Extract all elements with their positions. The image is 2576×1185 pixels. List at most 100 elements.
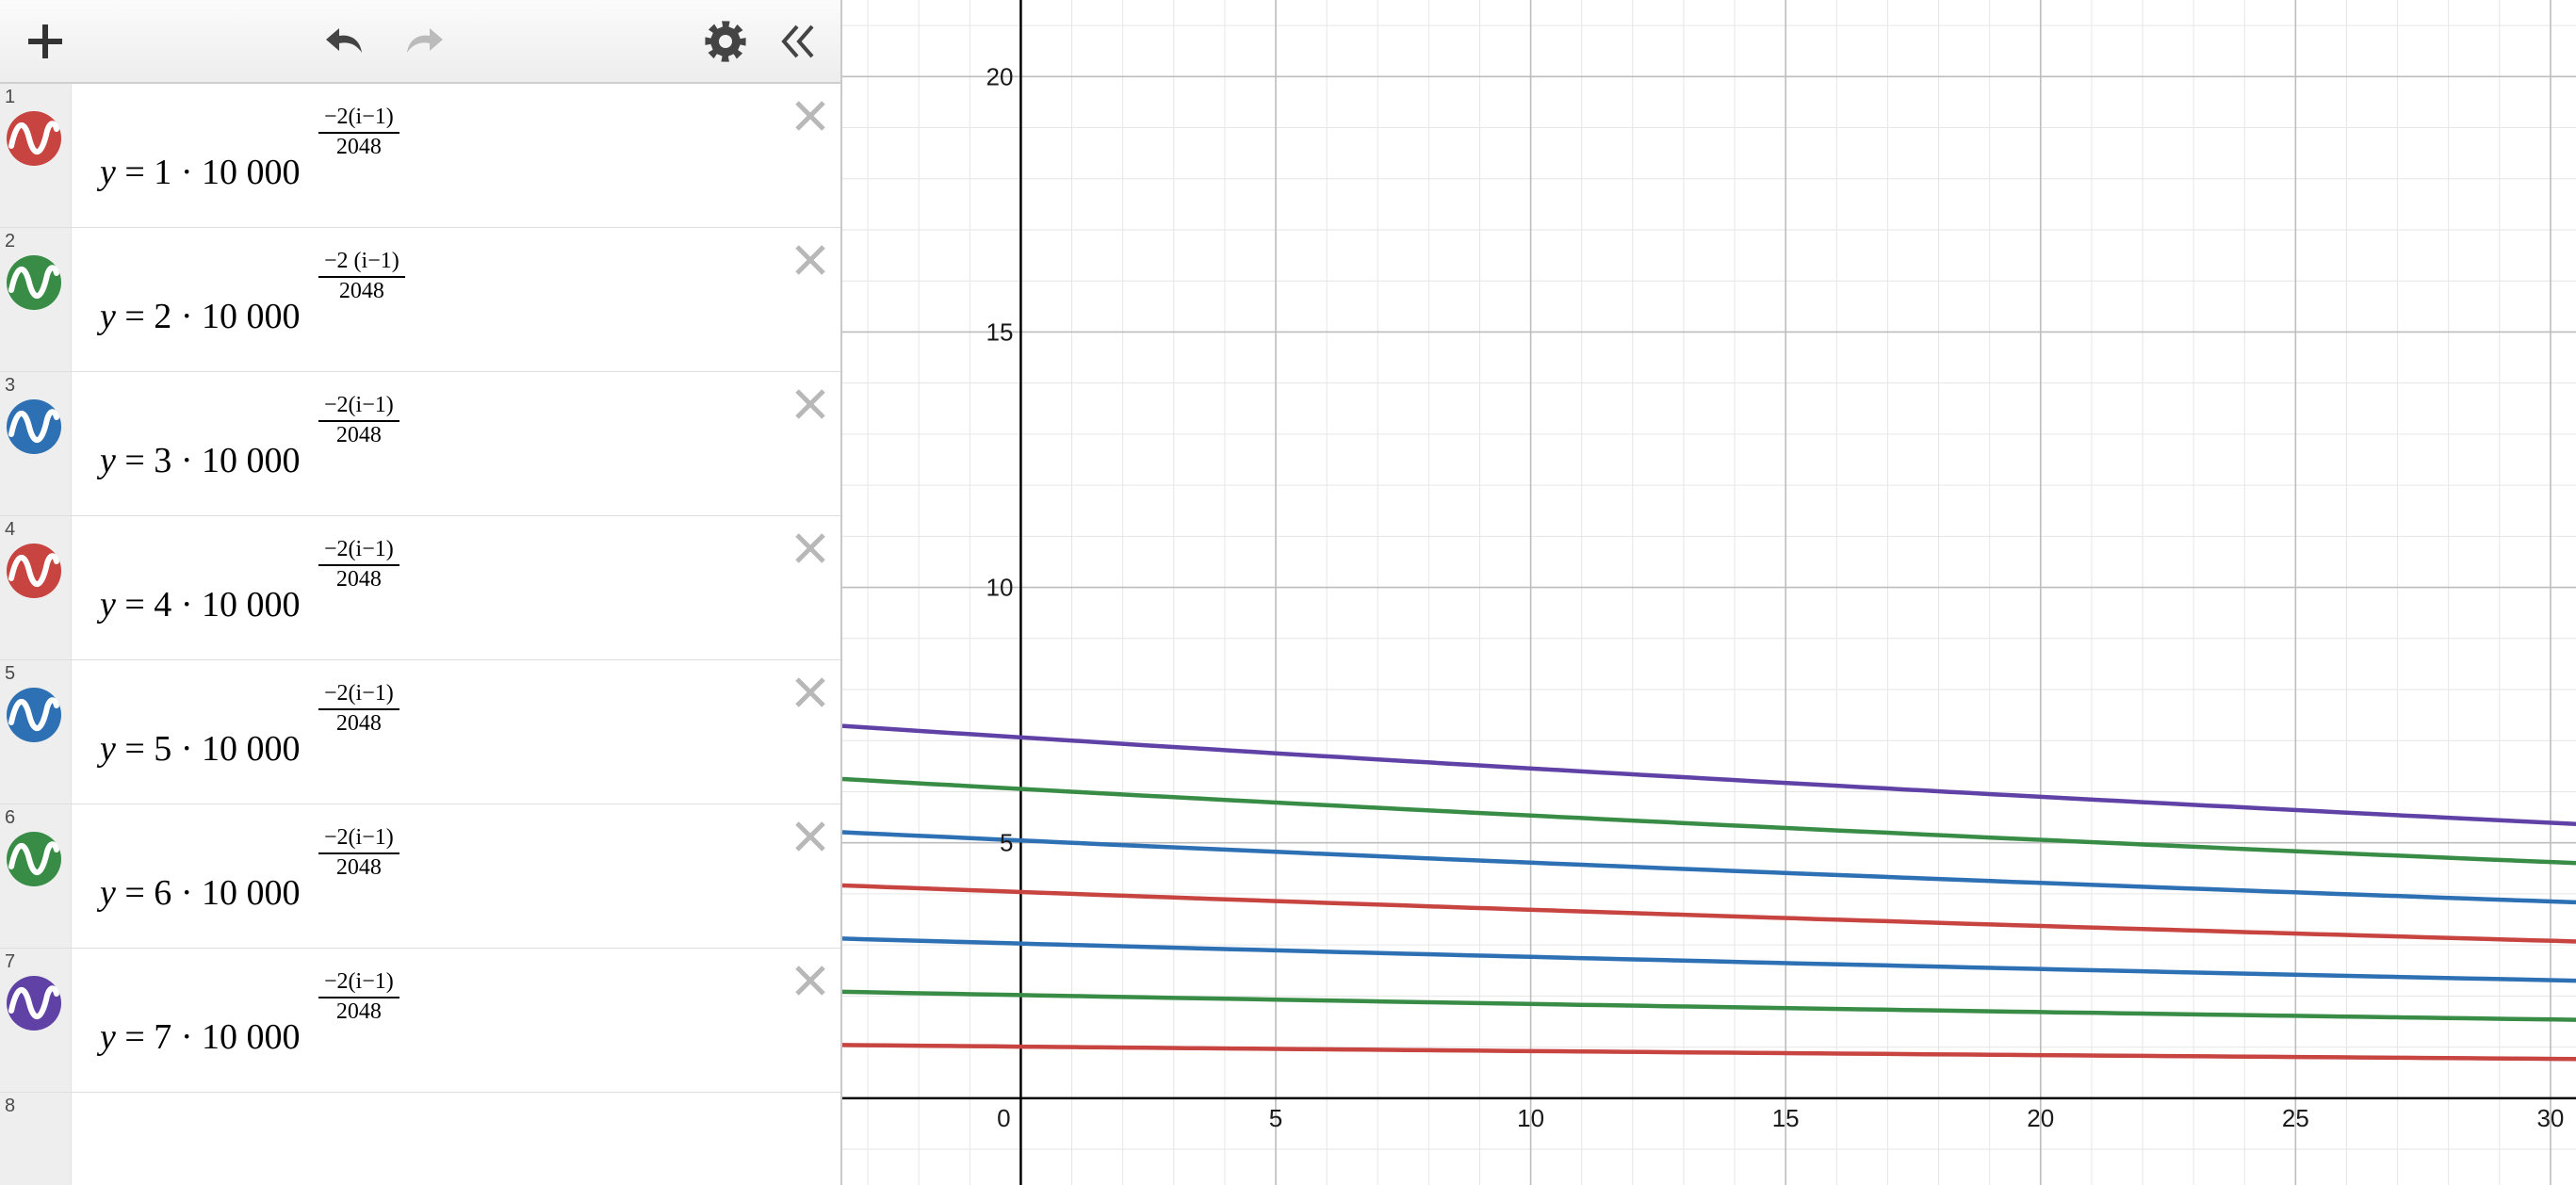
expression-index: 3 <box>5 375 16 396</box>
exponent-numerator: −2(i−1) <box>318 681 399 710</box>
exponent-denominator: 2048 <box>338 279 384 303</box>
expression-row[interactable]: 7 y = 7 · 10 000 −2(i−1) 2048 <box>0 949 840 1093</box>
expression-exponent: −2(i−1) 2048 <box>318 393 399 448</box>
expression-exponent: −2(i−1) 2048 <box>318 105 399 160</box>
exponent-denominator: 2048 <box>335 567 382 592</box>
x-tick-label: 10 <box>1517 1104 1544 1132</box>
expression-row[interactable]: 1 y = 1 · 10 000 −2(i−1) 2048 <box>0 84 840 228</box>
expression-exponent: −2(i−1) 2048 <box>318 537 399 592</box>
expression-index: 7 <box>5 951 16 972</box>
close-icon <box>795 245 825 275</box>
exponent-denominator: 2048 <box>335 135 382 159</box>
delete-expression-button[interactable] <box>790 960 831 1001</box>
delete-expression-button[interactable] <box>790 816 831 857</box>
exponent-denominator: 2048 <box>335 999 382 1024</box>
expression-gutter: 1 <box>0 84 72 227</box>
expression-gutter: 5 <box>0 660 72 804</box>
expression-gutter: 8 <box>0 1093 72 1185</box>
expression-base: y = 2 · 10 000 <box>100 297 301 336</box>
expression-base: y = 5 · 10 000 <box>100 729 301 769</box>
collapse-panel-button[interactable] <box>769 13 825 70</box>
close-icon <box>795 677 825 707</box>
expression-gutter: 2 <box>0 228 72 371</box>
y-tick-label: 10 <box>986 574 1013 602</box>
expression-row[interactable]: 6 y = 6 · 10 000 −2(i−1) 2048 <box>0 804 840 949</box>
close-icon <box>795 101 825 131</box>
expression-base: y = 6 · 10 000 <box>100 873 301 913</box>
graph-canvas[interactable]: 0 5 10 15 20 25 30 5 10 15 20 <box>842 0 2576 1185</box>
expression-exponent: −2 (i−1) 2048 <box>318 249 405 304</box>
delete-expression-button[interactable] <box>790 383 831 425</box>
graph-paper[interactable]: 0 5 10 15 20 25 30 5 10 15 20 <box>842 0 2576 1185</box>
exponent-numerator: −2(i−1) <box>318 537 399 566</box>
delete-expression-button[interactable] <box>790 95 831 137</box>
x-tick-label: 30 <box>2536 1104 2564 1132</box>
sine-wave-icon[interactable] <box>6 398 62 455</box>
x-tick-label: 25 <box>2282 1104 2309 1132</box>
x-tick-label: 5 <box>1269 1104 1282 1132</box>
curves <box>842 723 2576 1062</box>
add-expression-button[interactable] <box>17 13 73 70</box>
expression-base: y = 3 · 10 000 <box>100 441 301 480</box>
expression-toolbar <box>0 0 840 84</box>
new-expression-input[interactable] <box>75 1093 840 1185</box>
desmos-app: 1 y = 1 · 10 000 −2(i−1) 2048 2 y = 2 · … <box>0 0 2576 1185</box>
delete-expression-button[interactable] <box>790 239 831 281</box>
sine-wave-icon[interactable] <box>6 543 62 599</box>
close-icon <box>795 533 825 563</box>
x-tick-label: 0 <box>997 1104 1010 1132</box>
x-tick-label: 20 <box>2027 1104 2054 1132</box>
redo-button[interactable] <box>394 13 450 70</box>
expression-gutter: 6 <box>0 804 72 948</box>
expression-row[interactable]: 2 y = 2 · 10 000 −2 (i−1) 2048 <box>0 228 840 372</box>
expression-row[interactable]: 3 y = 3 · 10 000 −2(i−1) 2048 <box>0 372 840 516</box>
exponent-numerator: −2(i−1) <box>318 393 399 422</box>
expression-gutter: 3 <box>0 372 72 515</box>
settings-button[interactable] <box>697 13 754 70</box>
y-tick-label: 20 <box>986 62 1013 90</box>
exponent-numerator: −2 (i−1) <box>318 249 405 278</box>
undo-button[interactable] <box>318 13 375 70</box>
y-tick-label: 5 <box>1000 829 1013 857</box>
delete-expression-button[interactable] <box>790 528 831 569</box>
expression-exponent: −2(i−1) 2048 <box>318 969 399 1025</box>
expression-row[interactable]: 4 y = 4 · 10 000 −2(i−1) 2048 <box>0 516 840 660</box>
expression-base: y = 1 · 10 000 <box>100 153 301 192</box>
expression-index: 5 <box>5 663 16 684</box>
sine-wave-icon[interactable] <box>6 254 62 311</box>
y-tick-label: 15 <box>986 317 1013 346</box>
gear-icon <box>705 21 746 62</box>
exponent-numerator: −2(i−1) <box>318 825 399 854</box>
redo-icon <box>407 28 443 53</box>
close-icon <box>795 389 825 419</box>
sine-wave-icon[interactable] <box>6 831 62 887</box>
close-icon <box>795 821 825 852</box>
expression-list: 1 y = 1 · 10 000 −2(i−1) 2048 2 y = 2 · … <box>0 84 840 1185</box>
empty-expression-row[interactable]: 8 <box>0 1093 840 1185</box>
expression-panel: 1 y = 1 · 10 000 −2(i−1) 2048 2 y = 2 · … <box>0 0 842 1185</box>
expression-exponent: −2(i−1) 2048 <box>318 825 399 881</box>
expression-base: y = 7 · 10 000 <box>100 1017 301 1057</box>
expression-row[interactable]: 5 y = 5 · 10 000 −2(i−1) 2048 <box>0 660 840 804</box>
expression-gutter: 7 <box>0 949 72 1092</box>
x-tick-label: 15 <box>1772 1104 1800 1132</box>
undo-icon <box>326 28 362 53</box>
expression-index: 2 <box>5 231 16 252</box>
close-icon <box>795 966 825 996</box>
delete-expression-button[interactable] <box>790 672 831 713</box>
double-chevron-left-icon <box>781 24 814 58</box>
expression-index: 6 <box>5 807 16 828</box>
sine-wave-icon[interactable] <box>6 975 62 1031</box>
exponent-numerator: −2(i−1) <box>318 969 399 998</box>
exponent-denominator: 2048 <box>335 711 382 736</box>
sine-wave-icon[interactable] <box>6 687 62 743</box>
expression-exponent: −2(i−1) 2048 <box>318 681 399 737</box>
plus-icon <box>28 24 62 58</box>
sine-wave-icon[interactable] <box>6 110 62 167</box>
exponent-numerator: −2(i−1) <box>318 105 399 134</box>
expression-base: y = 4 · 10 000 <box>100 585 301 625</box>
tick-labels: 0 5 10 15 20 25 30 5 10 15 20 <box>986 62 2564 1131</box>
exponent-denominator: 2048 <box>335 855 382 880</box>
expression-index: 8 <box>5 1096 16 1116</box>
exponent-denominator: 2048 <box>335 423 382 447</box>
